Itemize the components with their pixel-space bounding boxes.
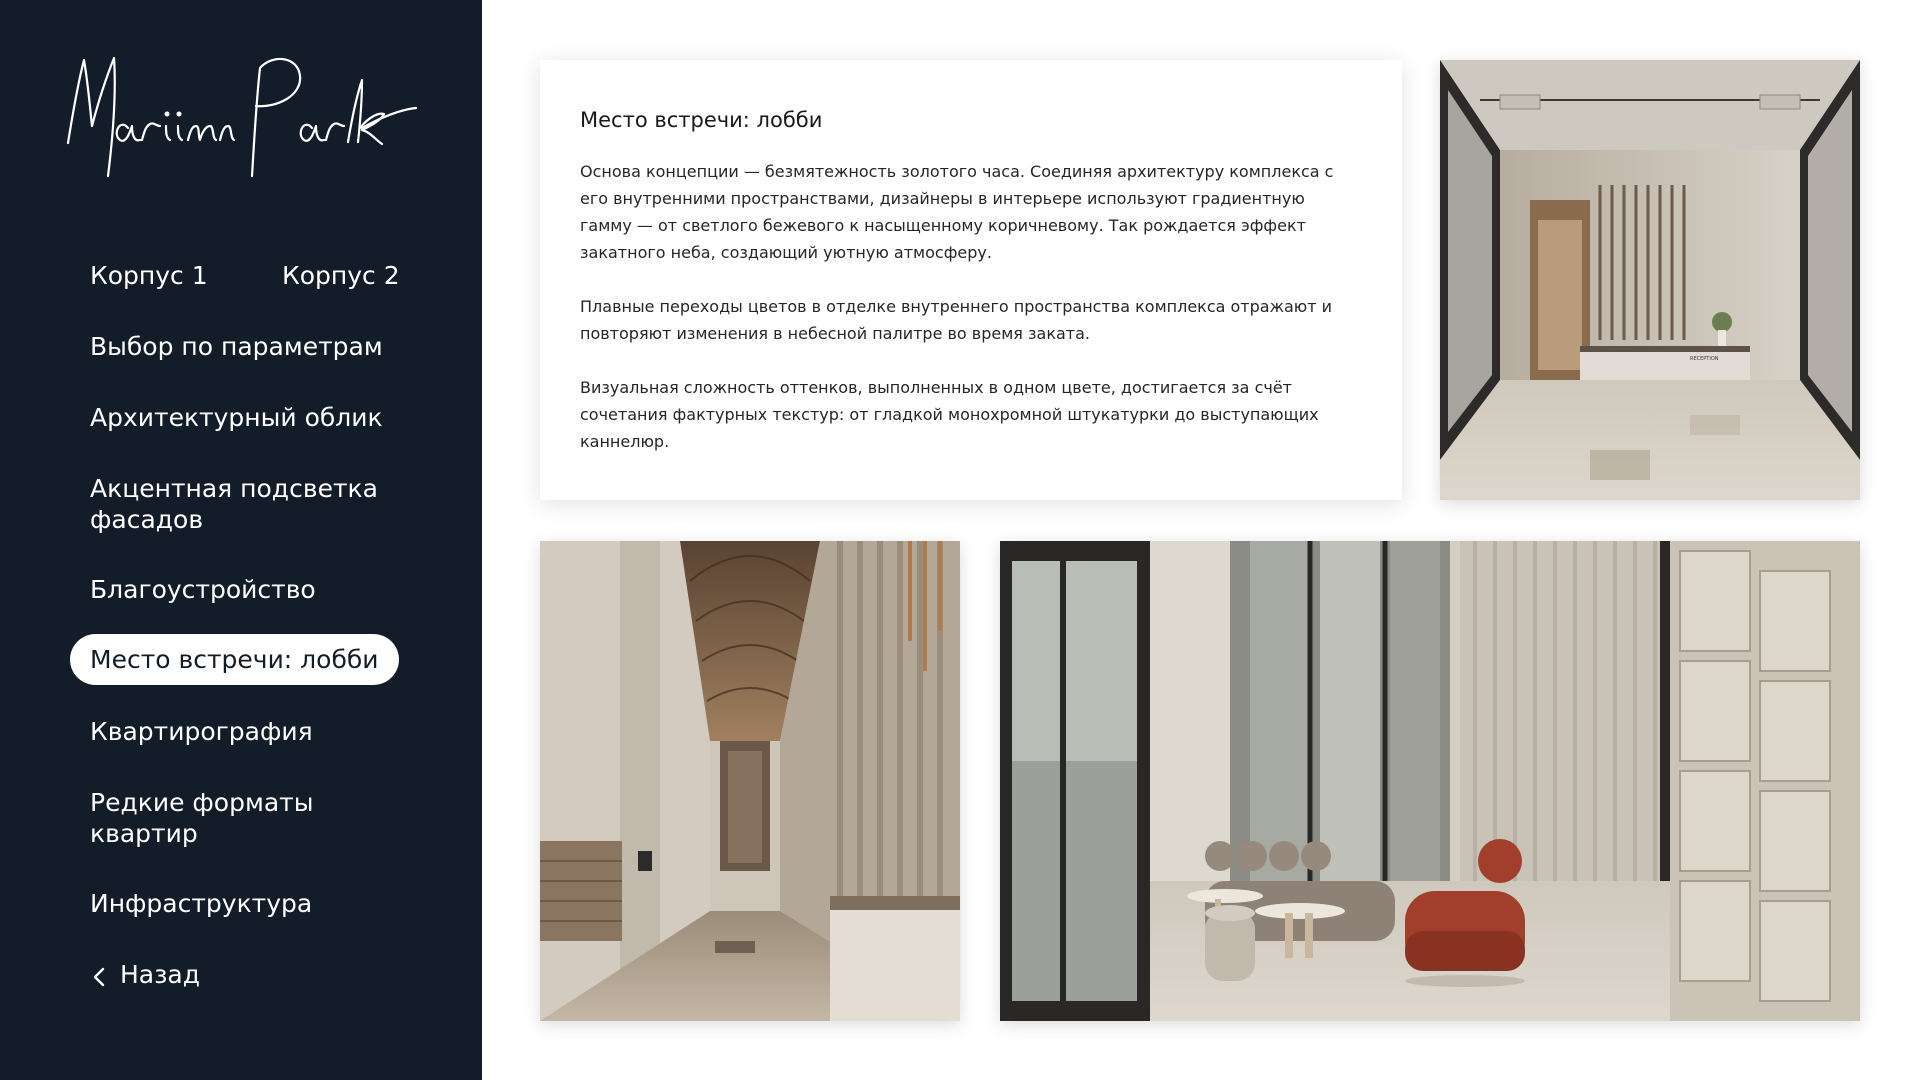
main-content: Место встречи: лобби Основа концепции — … (482, 0, 1920, 1080)
reception-image: RECEPTION (1440, 60, 1860, 500)
sidebar: Корпус 1 Корпус 2 Выбор по параметрам Ар… (0, 0, 482, 1080)
nav-item-infrastructure[interactable]: Инфраструктура (90, 888, 312, 919)
reception-sign: RECEPTION (1690, 356, 1719, 362)
logo-signature (66, 56, 418, 178)
card-paragraph: Визуальная сложность оттенков, выполненн… (580, 378, 1319, 451)
description-card: Место встречи: лобби Основа концепции — … (540, 60, 1402, 500)
nav-item-lobby[interactable]: Место встречи: лобби (70, 634, 399, 685)
nav-item-rare-formats[interactable]: Редкие форматы квартир (90, 787, 350, 849)
nav-item-parameters[interactable]: Выбор по параметрам (90, 331, 383, 362)
card-paragraph: Плавные переходы цветов в отделке внутре… (580, 297, 1333, 343)
nav-korpus-1[interactable]: Корпус 1 (90, 260, 208, 291)
lounge-image (1000, 541, 1860, 1021)
logo[interactable] (62, 48, 422, 178)
nav-item-facade-lighting[interactable]: Акцентная подсветка фасадов (90, 473, 390, 535)
card-title: Место встречи: лобби (580, 108, 823, 132)
card-paragraph: Основа концепции — безмятежность золотог… (580, 162, 1334, 262)
nav-item-apartments[interactable]: Квартирография (90, 716, 313, 747)
back-button[interactable]: Назад (92, 959, 200, 990)
nav-korpus-2[interactable]: Корпус 2 (282, 260, 400, 291)
photo-lounge[interactable] (1000, 541, 1860, 1021)
photo-corridor[interactable] (540, 541, 960, 1021)
nav-item-landscaping[interactable]: Благоустройство (90, 574, 316, 605)
back-label: Назад (120, 960, 201, 989)
chevron-left-icon (92, 964, 106, 986)
photo-reception[interactable]: RECEPTION (1440, 60, 1860, 500)
nav-item-architecture[interactable]: Архитектурный облик (90, 402, 383, 433)
corridor-image (540, 541, 960, 1021)
